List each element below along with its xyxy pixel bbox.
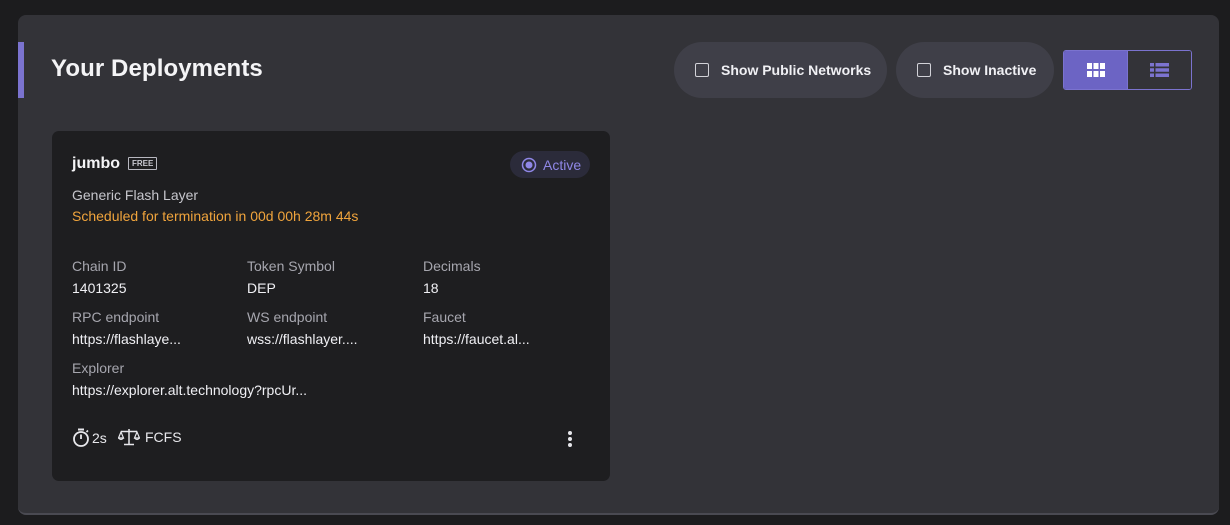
chain-id-value: 1401325: [72, 280, 127, 296]
rpc-endpoint-field: RPC endpoint https://flashlaye...: [72, 309, 181, 347]
show-public-networks-checkbox[interactable]: [695, 63, 709, 77]
plan-badge: FREE: [128, 157, 158, 170]
scales-icon: [118, 429, 140, 446]
stopwatch-icon: [73, 428, 89, 447]
explorer-field: Explorer https://explorer.alt.technology…: [72, 360, 307, 398]
token-symbol-field: Token Symbol DEP: [247, 258, 335, 296]
faucet-value[interactable]: https://faucet.al...: [423, 331, 530, 347]
grid-view-button[interactable]: [1064, 51, 1127, 89]
token-symbol-value: DEP: [247, 280, 276, 296]
sequencing-info: FCFS: [118, 428, 182, 446]
grid-icon: [1086, 63, 1105, 77]
rpc-endpoint-label: RPC endpoint: [72, 309, 160, 325]
chain-id-field: Chain ID 1401325: [72, 258, 127, 296]
page-title: Your Deployments: [51, 55, 263, 82]
more-vertical-icon: [568, 431, 572, 435]
explorer-value[interactable]: https://explorer.alt.technology?rpcUr...: [72, 382, 307, 398]
faucet-label: Faucet: [423, 309, 466, 325]
termination-notice: Scheduled for termination in 00d 00h 28m…: [72, 208, 359, 224]
status-badge: Active: [510, 151, 590, 178]
list-icon: [1150, 63, 1169, 77]
ws-endpoint-value[interactable]: wss://flashlayer....: [247, 331, 357, 347]
explorer-label: Explorer: [72, 360, 125, 376]
deployment-card[interactable]: jumbo FREE Active Generic Flash Layer Sc…: [52, 131, 610, 481]
list-view-button[interactable]: [1127, 51, 1191, 89]
faucet-field: Faucet https://faucet.al...: [423, 309, 530, 347]
show-public-networks-toggle[interactable]: Show Public Networks: [674, 42, 887, 98]
more-options-button[interactable]: [558, 427, 582, 451]
block-time-info: 2s: [72, 428, 107, 447]
radio-dot-icon: [521, 157, 537, 172]
deployments-panel: Your Deployments Show Public Networks Sh…: [18, 15, 1219, 515]
ws-endpoint-field: WS endpoint wss://flashlayer....: [247, 309, 357, 347]
deployment-type: Generic Flash Layer: [72, 187, 199, 203]
show-inactive-label: Show Inactive: [943, 62, 1037, 78]
show-public-networks-label: Show Public Networks: [721, 62, 872, 78]
status-label: Active: [543, 156, 582, 173]
decimals-label: Decimals: [423, 258, 481, 274]
chain-id-label: Chain ID: [72, 258, 127, 274]
more-vertical-icon-dot: [568, 443, 572, 447]
block-time-value: 2s: [92, 429, 107, 446]
ws-endpoint-label: WS endpoint: [247, 309, 328, 325]
more-vertical-icon-dot: [568, 437, 572, 441]
sequencing-value: FCFS: [145, 429, 182, 445]
decimals-field: Decimals 18: [423, 258, 481, 296]
view-mode-switcher: [1063, 50, 1192, 90]
rpc-endpoint-value[interactable]: https://flashlaye...: [72, 331, 181, 347]
section-accent-bar: [18, 42, 24, 98]
token-symbol-label: Token Symbol: [247, 258, 335, 274]
decimals-value: 18: [423, 280, 439, 296]
show-inactive-toggle[interactable]: Show Inactive: [896, 42, 1054, 98]
show-inactive-checkbox[interactable]: [917, 63, 931, 77]
deployment-name: jumbo: [72, 155, 120, 172]
